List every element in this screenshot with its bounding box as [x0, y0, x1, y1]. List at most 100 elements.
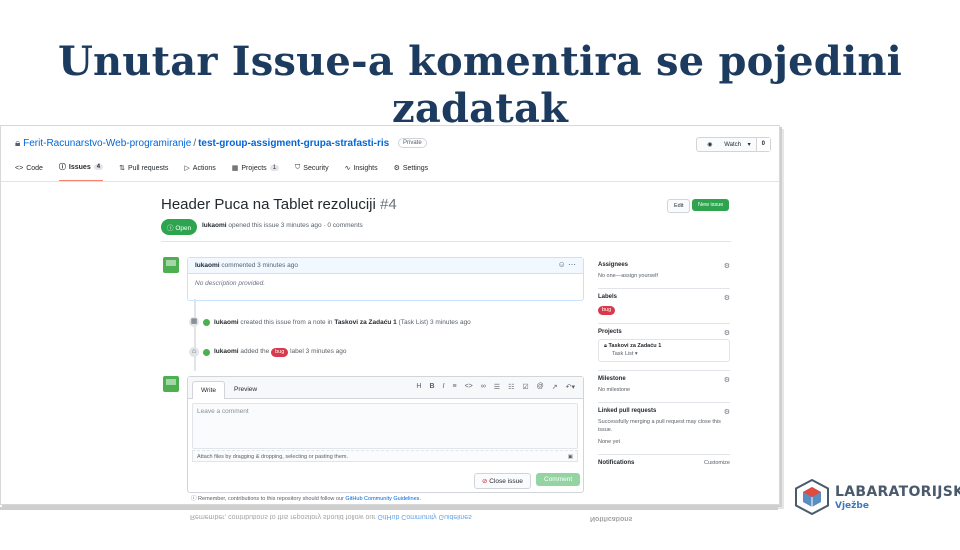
event-author[interactable]: lukaomi: [214, 319, 239, 326]
close-issue-button[interactable]: ⊘ Close issue: [474, 473, 531, 489]
bug-label[interactable]: bug: [598, 306, 616, 315]
gear-icon[interactable]: ⚙: [724, 294, 730, 302]
numbered-list-icon[interactable]: ☷: [508, 383, 514, 391]
issues-count: 4: [93, 164, 104, 170]
project-column-select[interactable]: Task List ▾: [612, 350, 724, 358]
event-author[interactable]: lukaomi: [214, 348, 239, 355]
assignees-value[interactable]: No one—assign yourself: [598, 272, 730, 280]
comment-header: lukaomi commented 3 minutes ago ☺ ⋯: [188, 258, 583, 274]
gear-icon[interactable]: ⚙: [724, 408, 730, 416]
lock-icon: 🔒︎: [15, 138, 21, 149]
task-list-icon[interactable]: ☑: [522, 383, 528, 391]
linked-prs-description: Successfully merging a pull request may …: [598, 419, 721, 433]
comment-author[interactable]: lukaomi: [195, 262, 220, 269]
smiley-icon[interactable]: ☺: [558, 260, 566, 269]
labels-heading: Labels: [598, 294, 618, 300]
tab-preview[interactable]: Preview: [226, 381, 265, 398]
avatar: [163, 376, 179, 392]
tab-pull-requests[interactable]: ⇅ Pull requests: [119, 162, 168, 182]
projects-heading: Projects: [598, 329, 622, 335]
private-badge: Private: [398, 138, 427, 149]
tab-actions[interactable]: ▷ Actions: [184, 162, 215, 182]
italic-icon[interactable]: I: [443, 383, 445, 391]
more-options-icon[interactable]: ⋯: [568, 260, 576, 269]
comment-textarea[interactable]: Leave a comment: [192, 403, 578, 449]
tab-projects[interactable]: ▦ Projects 1: [231, 162, 280, 182]
gear-icon[interactable]: ⚙: [724, 262, 730, 270]
mirrored-guidelines-note: Remember, contributions to this reposito…: [190, 513, 472, 520]
repo-nav-tabs: <> Code ⓘ Issues 4 ⇅ Pull requests ▷ Actions …: [15, 162, 428, 182]
linked-prs-heading: Linked pull requests: [598, 408, 657, 414]
bug-label[interactable]: bug: [271, 347, 289, 357]
issue-number: #4: [380, 196, 397, 213]
project-icon: ▦: [231, 165, 239, 172]
customize-link[interactable]: Customize: [704, 460, 730, 466]
sidebar-projects[interactable]: Projects 🔒︎ Taskovi za Zadaću 1 Task Lis…: [598, 324, 730, 371]
watch-label: Watch: [724, 142, 741, 148]
pull-request-icon: ⇅: [119, 165, 125, 172]
lock-icon: 🔒︎: [604, 343, 607, 349]
guidelines-link[interactable]: GitHub Community Guidelines: [345, 496, 419, 502]
issue-meta: lukaomi opened this issue 3 minutes ago …: [202, 222, 363, 229]
tab-security[interactable]: ⛉ Security: [295, 162, 329, 182]
avatar: [203, 348, 210, 356]
avatar: [203, 318, 210, 326]
divider: [161, 241, 731, 242]
code-icon[interactable]: <>: [465, 383, 473, 391]
edit-button[interactable]: Edit: [667, 199, 691, 213]
timeline-connector: [194, 299, 196, 371]
close-issue-icon: ⊘: [482, 478, 488, 485]
project-name[interactable]: Taskovi za Zadaću 1: [608, 343, 661, 349]
tab-insights[interactable]: ∿ Insights: [345, 162, 378, 182]
markdown-icon: ▣: [567, 454, 573, 460]
link-icon[interactable]: ∞: [481, 383, 486, 391]
mention-icon[interactable]: @: [537, 383, 544, 391]
project-link[interactable]: Taskovi za Zadaću 1: [334, 319, 396, 326]
attach-files-area[interactable]: Attach files by dragging & dropping, sel…: [192, 450, 578, 462]
repo-owner-link[interactable]: Ferit-Racunarstvo-Web-programiranje: [23, 138, 191, 149]
reply-icon[interactable]: ↶▾: [566, 383, 575, 391]
issue-icon: ⓘ: [58, 164, 66, 171]
assignees-heading: Assignees: [598, 262, 629, 268]
tab-write[interactable]: Write: [192, 381, 226, 399]
editor-tabs: Write Preview H B I ≡ <> ∞ ☰ ☷ ☑ @ ↗ ↶▾: [188, 377, 583, 399]
repo-name-link[interactable]: test-group-assigment-grupa-strafasti-ris: [198, 138, 389, 149]
watch-button[interactable]: ◉ Watch ▾ 0: [696, 137, 771, 152]
breadcrumb: 🔒︎ Ferit-Racunarstvo-Web-programiranje / t…: [15, 138, 427, 149]
avatar[interactable]: [163, 257, 179, 273]
linked-prs-value: None yet: [598, 439, 621, 445]
cross-reference-icon[interactable]: ↗: [552, 383, 558, 391]
sidebar-linked-prs[interactable]: Linked pull requests Successfully mergin…: [598, 403, 730, 455]
quote-icon[interactable]: ≡: [453, 383, 457, 391]
timeline-event-created: ▦ lukaomi created this issue from a note…: [189, 317, 471, 327]
comment-button[interactable]: Comment: [536, 473, 581, 486]
logo-subtitle: Vježbe: [835, 500, 869, 511]
sidebar-labels[interactable]: Labels bug ⚙: [598, 289, 730, 324]
insights-icon: ∿: [344, 165, 351, 172]
status-badge: ⓘ Open: [161, 219, 198, 235]
milestone-value: No milestone: [598, 387, 631, 393]
slide-title: Unutar Issue-a komentira se pojedini zad…: [57, 38, 903, 132]
author-link[interactable]: lukaomi: [202, 222, 227, 229]
sidebar-assignees[interactable]: Assignees No one—assign yourself ⚙: [598, 257, 730, 289]
watch-count: 0: [755, 138, 770, 151]
cube-logo-icon: [795, 479, 829, 515]
breadcrumb-separator: /: [193, 138, 197, 149]
heading-icon[interactable]: H: [416, 383, 421, 391]
guidelines-note: ⓘ Remember, contributions to this reposi…: [191, 496, 421, 502]
tab-code[interactable]: <> Code: [15, 162, 43, 182]
markdown-toolbar: H B I ≡ <> ∞ ☰ ☷ ☑ @ ↗ ↶▾: [416, 383, 575, 391]
issue-title: Header Puca na Tablet rezoluciji #4: [161, 196, 397, 213]
gear-icon[interactable]: ⚙: [724, 329, 730, 337]
project-card[interactable]: 🔒︎ Taskovi za Zadaću 1 Task List ▾: [598, 339, 730, 362]
issue-comment: lukaomi commented 3 minutes ago ☺ ⋯ No d…: [187, 257, 584, 301]
new-issue-button[interactable]: New issue: [692, 199, 730, 211]
github-issue-screenshot: 🔒︎ Ferit-Racunarstvo-Web-programiranje / t…: [0, 125, 780, 505]
gear-icon[interactable]: ⚙: [724, 376, 730, 384]
info-icon: ⓘ: [191, 496, 197, 502]
bullet-list-icon[interactable]: ☰: [494, 383, 500, 391]
tab-issues[interactable]: ⓘ Issues 4: [58, 162, 104, 182]
tab-settings[interactable]: ⚙ Settings: [394, 162, 429, 182]
bold-icon[interactable]: B: [429, 383, 434, 391]
sidebar-milestone[interactable]: Milestone No milestone ⚙: [598, 371, 730, 403]
